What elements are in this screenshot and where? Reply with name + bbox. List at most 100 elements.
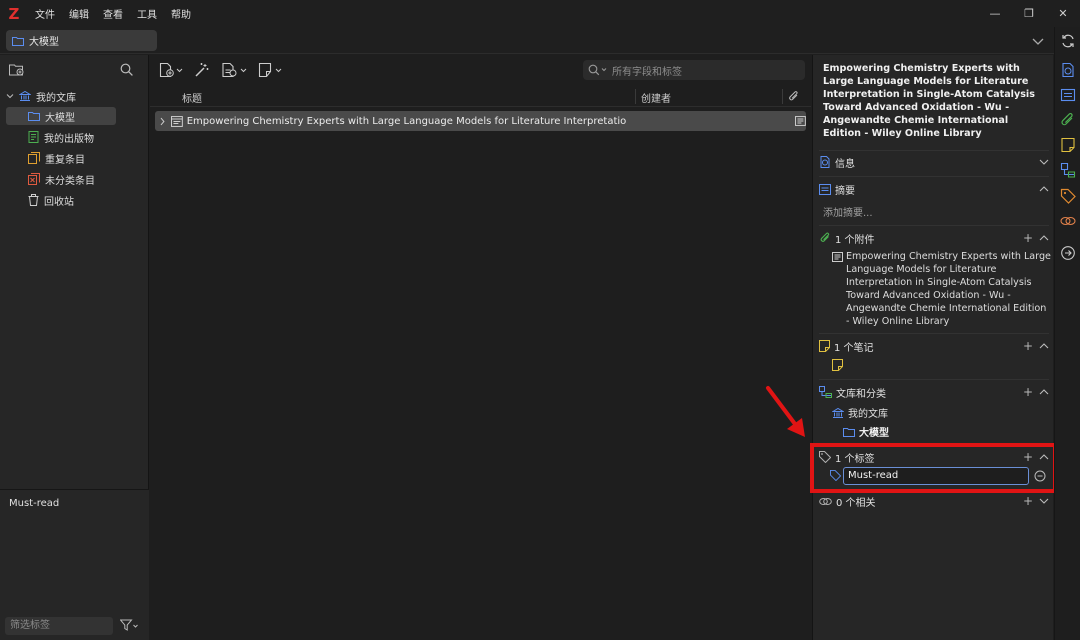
chevron-up-icon[interactable] — [1039, 342, 1049, 350]
menu-view[interactable]: 查看 — [103, 6, 123, 21]
chevron-up-icon[interactable] — [1039, 185, 1049, 193]
snapshot-icon[interactable] — [795, 116, 806, 126]
item-pane-sidenav — [1054, 27, 1080, 640]
minimize-icon: — — [989, 7, 1001, 20]
table-row[interactable]: Empowering Chemistry Experts with Large … — [155, 111, 806, 131]
column-separator[interactable] — [782, 89, 783, 104]
menu-tools[interactable]: 工具 — [137, 6, 157, 21]
new-note-icon[interactable] — [258, 62, 284, 78]
section-abstract-header[interactable]: 摘要 — [819, 181, 1049, 197]
tab-library[interactable]: 大模型 — [6, 30, 157, 51]
trash-icon — [28, 194, 39, 206]
divider — [819, 225, 1049, 226]
section-related-header[interactable]: 0 个相关 + — [819, 493, 1049, 509]
note-row-icon[interactable] — [832, 359, 843, 371]
section-info-title: 信息 — [835, 158, 855, 170]
tree-item-trash[interactable]: 回收站 — [28, 191, 138, 209]
section-info-header[interactable]: 信息 — [819, 154, 1049, 170]
items-toolbar: 所有字段和标签 — [150, 55, 811, 85]
annotation-arrow-icon — [766, 386, 805, 437]
column-title[interactable]: 标题 — [182, 90, 202, 105]
highlight-box — [810, 443, 1057, 493]
section-libraries-header[interactable]: 文库和分类 + — [819, 384, 1049, 400]
add-icon[interactable]: + — [1023, 339, 1033, 353]
menu-file[interactable]: 文件 — [35, 6, 55, 21]
info-icon — [820, 156, 830, 168]
tree-item-collection[interactable]: 大模型 — [6, 107, 116, 125]
tree-item-duplicates[interactable]: 重复条目 — [28, 149, 138, 167]
restore-button[interactable]: ❐ — [1012, 0, 1046, 27]
abstract-input[interactable]: 添加摘要... — [823, 204, 873, 219]
chevron-up-icon[interactable] — [1039, 234, 1049, 242]
tree-item-my-publications[interactable]: 我的出版物 — [28, 128, 138, 146]
search-collections-icon[interactable] — [120, 63, 133, 76]
related-icon[interactable] — [1060, 213, 1076, 229]
snapshot-icon — [832, 252, 843, 262]
tree-label: 回收站 — [44, 196, 74, 208]
sync-icon[interactable] — [1060, 33, 1076, 49]
divider — [819, 333, 1049, 334]
search-input[interactable]: 所有字段和标签 — [583, 60, 805, 80]
library-icon — [832, 407, 844, 418]
divider — [819, 379, 1049, 380]
tree-item-unfiled[interactable]: 未分类条目 — [28, 170, 138, 188]
add-icon[interactable]: + — [1023, 385, 1033, 399]
add-icon[interactable]: + — [1023, 231, 1033, 245]
collection-row[interactable]: 大模型 — [843, 424, 889, 439]
tab-label: 大模型 — [29, 37, 59, 48]
add-icon[interactable]: + — [1023, 494, 1033, 508]
section-controls — [1039, 154, 1049, 170]
search-icon — [588, 64, 607, 76]
add-attachment-icon[interactable] — [221, 62, 249, 78]
paperclip-icon[interactable] — [1060, 112, 1076, 128]
folder-icon — [843, 427, 855, 437]
note-icon — [819, 340, 830, 352]
new-item-icon[interactable] — [159, 62, 185, 78]
menu-edit[interactable]: 编辑 — [69, 6, 89, 21]
column-creator[interactable]: 创建者 — [641, 90, 671, 105]
divider — [819, 176, 1049, 177]
publications-icon — [28, 131, 39, 143]
menu-help[interactable]: 帮助 — [171, 6, 191, 21]
locate-icon[interactable] — [1060, 245, 1076, 261]
tag-icon[interactable] — [1060, 188, 1076, 204]
abstract-icon[interactable] — [1060, 87, 1076, 103]
attachment-row[interactable]: Empowering Chemistry Experts with Large … — [846, 250, 1051, 328]
libraries-collections-icon — [819, 386, 832, 398]
column-separator[interactable] — [635, 89, 636, 104]
new-collection-icon[interactable] — [9, 63, 24, 76]
duplicates-icon — [28, 152, 40, 164]
section-notes-title: 1 个笔记 — [834, 342, 874, 354]
expand-chevron-icon[interactable] — [6, 92, 14, 100]
tag-selector: Must-read 筛选标签 — [0, 489, 149, 640]
magic-wand-icon[interactable] — [194, 62, 210, 78]
close-button[interactable]: ✕ — [1046, 0, 1080, 27]
note-icon[interactable] — [1060, 137, 1076, 153]
minimize-button[interactable]: — — [978, 0, 1012, 27]
chevron-up-icon[interactable] — [1039, 388, 1049, 396]
info-icon[interactable] — [1060, 62, 1076, 78]
section-attachments-title: 1 个附件 — [835, 234, 875, 246]
attachments-column-icon[interactable] — [788, 90, 800, 103]
section-libraries-title: 文库和分类 — [836, 388, 886, 400]
section-abstract-title: 摘要 — [835, 185, 855, 197]
items-column-header: 标题 创建者 — [150, 86, 811, 107]
tag-chip-must-read[interactable]: Must-read — [9, 498, 59, 509]
item-title[interactable]: Empowering Chemistry Experts with Large … — [823, 62, 1048, 140]
section-attachments-header[interactable]: 1 个附件 + — [819, 230, 1049, 246]
related-icon — [819, 497, 832, 505]
folder-icon — [28, 112, 40, 121]
items-pane: 所有字段和标签 标题 创建者 Empowering Chemistry Expe… — [150, 55, 811, 640]
tree-label: 大模型 — [45, 112, 75, 124]
library-row[interactable]: 我的文库 — [832, 405, 888, 420]
tree-root-my-library[interactable]: 我的文库 — [6, 87, 144, 105]
chevron-down-icon[interactable] — [1039, 158, 1049, 166]
libraries-collections-icon[interactable] — [1060, 162, 1076, 178]
row-title: Empowering Chemistry Experts with Large … — [186, 115, 626, 127]
section-notes-header[interactable]: 1 个笔记 + — [819, 338, 1049, 354]
filter-icon[interactable] — [120, 619, 138, 632]
expand-chevron-icon[interactable] — [159, 117, 166, 126]
tag-filter-input[interactable]: 筛选标签 — [5, 617, 113, 635]
tabs-menu-chevron-icon[interactable] — [1030, 33, 1046, 49]
chevron-down-icon[interactable] — [1039, 497, 1049, 505]
